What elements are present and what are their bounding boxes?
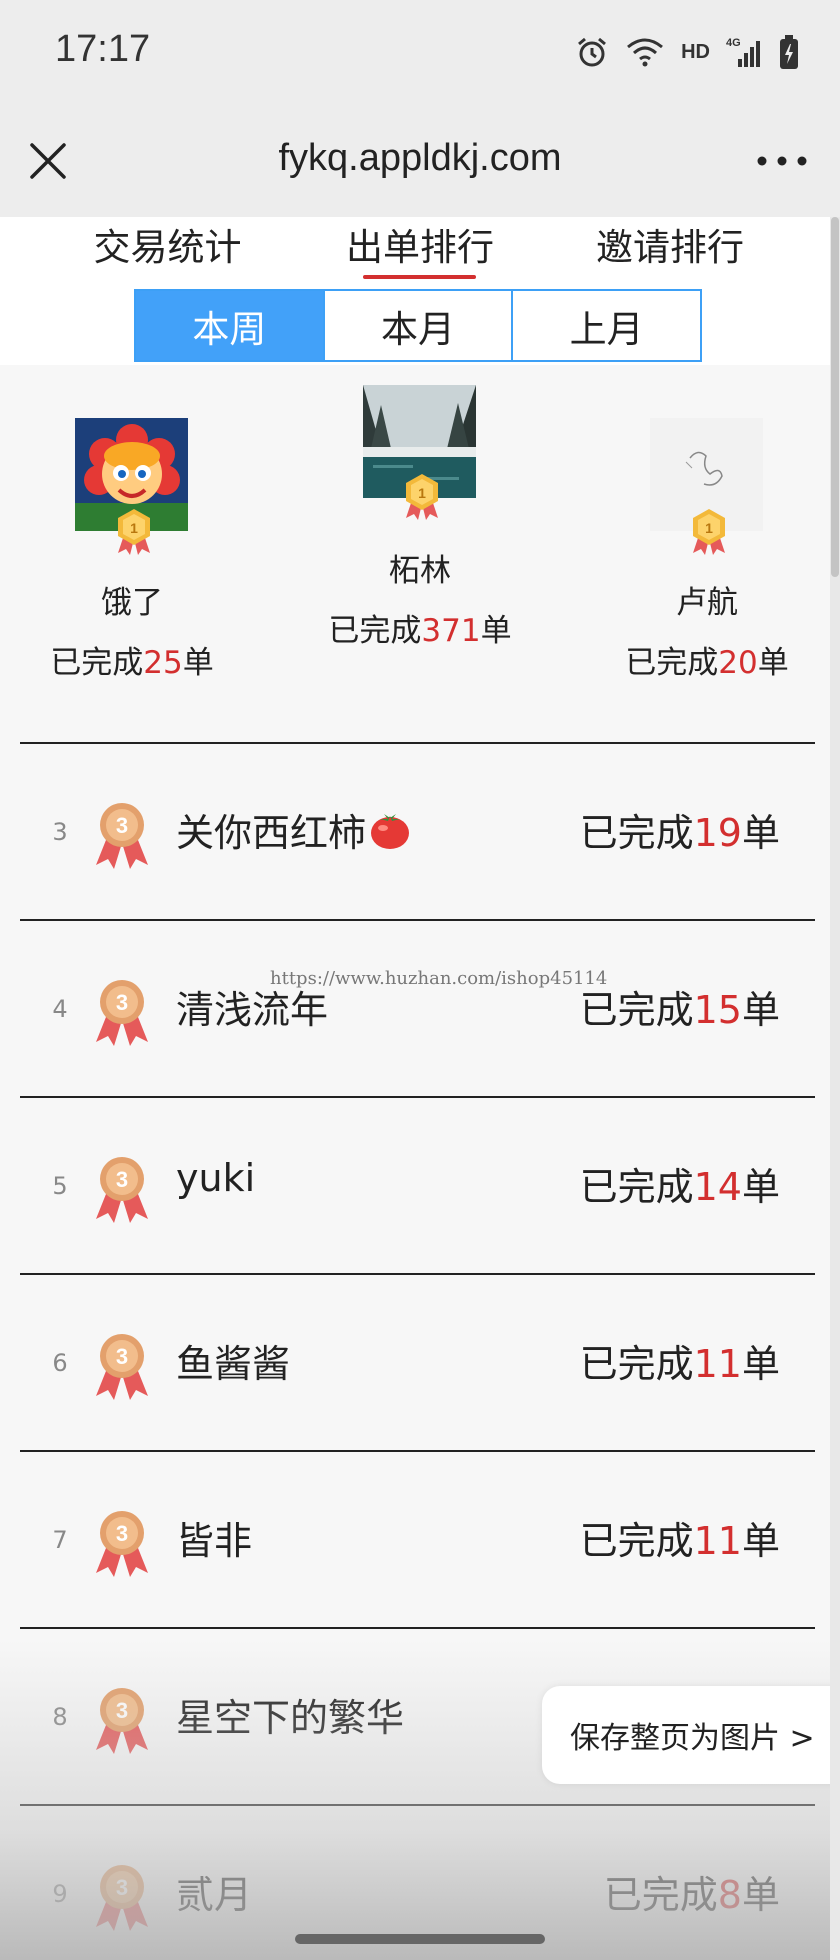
status-time: 17:17 [55, 28, 151, 70]
bronze-medal-icon: 3 [96, 1157, 148, 1223]
order-count: 已完成11单 [579, 1342, 780, 1386]
more-icon[interactable] [752, 147, 812, 175]
member-name: 贰月 [176, 1873, 253, 1917]
row-divider [20, 1627, 815, 1629]
signal-4g-icon: 4G [726, 37, 760, 67]
bronze-medal-icon: 3 [96, 1511, 148, 1577]
tab-area: 交易统计 出单排行 邀请排行 本周 本月 上月 [0, 217, 830, 365]
tab-trade-stats[interactable]: 交易统计 [85, 217, 250, 287]
member-name: 星空下的繁华 [176, 1696, 405, 1740]
bronze-medal-icon: 3 [96, 1688, 148, 1754]
member-name: yuki [176, 1156, 256, 1200]
podium-count: 已完成371单 [328, 613, 512, 649]
battery-icon [780, 35, 798, 69]
browser-title-bar: fykq.appldkj.com [0, 105, 840, 217]
watermark-text: https://www.huzhan.com/ishop45114 [270, 968, 608, 989]
svg-text:3: 3 [116, 1698, 128, 1723]
period-tab-this-month[interactable]: 本月 [324, 291, 514, 360]
rank-number: 5 [52, 1172, 68, 1200]
svg-text:1: 1 [705, 520, 713, 536]
svg-text:4G: 4G [726, 37, 741, 49]
period-tab-this-week[interactable]: 本周 [136, 291, 325, 360]
podium-name: 饿了 [101, 585, 163, 621]
ranking-row[interactable]: 6 3 鱼酱酱 已完成11单 [0, 1273, 830, 1450]
member-name: 皆非 [176, 1519, 253, 1563]
svg-text:3: 3 [116, 990, 128, 1015]
ranking-row[interactable]: 3 3 关你西红柿 已完成19单 [0, 742, 830, 919]
ranking-row[interactable]: 7 3 皆非 已完成11单 [0, 1450, 830, 1627]
page-url: fykq.appldkj.com [278, 137, 562, 179]
tab-invite-ranking[interactable]: 邀请排行 [585, 217, 755, 287]
podium-item-right[interactable]: 1 卢航 已完成20单 [587, 365, 827, 745]
gold-medal-icon: 1 [693, 509, 725, 555]
rank-number: 9 [52, 1880, 68, 1908]
row-divider [20, 1804, 815, 1806]
row-divider [20, 1450, 815, 1452]
svg-text:3: 3 [116, 1344, 128, 1369]
order-count: 已完成8单 [603, 1873, 780, 1917]
member-name: 关你西红柿 [176, 802, 412, 857]
order-count: 已完成14单 [579, 1165, 780, 1209]
row-divider [20, 1096, 815, 1098]
active-tab-underline [363, 275, 476, 279]
rank-number: 6 [52, 1349, 68, 1377]
save-page-as-image-button[interactable]: 保存整页为图片 > [542, 1686, 840, 1784]
order-count: 已完成15单 [579, 988, 780, 1032]
rank-number: 4 [52, 995, 68, 1023]
hd-label: HD [681, 40, 710, 63]
row-divider [20, 919, 815, 921]
period-tab-last-month[interactable]: 上月 [513, 291, 701, 360]
status-bar: 17:17 HD 4G [0, 0, 840, 105]
rank-number: 7 [52, 1526, 68, 1554]
member-name: 鱼酱酱 [176, 1342, 291, 1386]
podium-item-left[interactable]: 1 饿了 已完成25单 [12, 365, 252, 745]
ranking-row[interactable]: 4 3 清浅流年 已完成15单 [0, 919, 830, 1096]
status-icons: HD 4G [575, 32, 800, 72]
podium: 1 饿了 已完成25单 1 柘林 已完成371单 1 卢航 已完成20单 [0, 365, 830, 745]
podium-count: 已完成25单 [50, 645, 214, 681]
wifi-icon [627, 38, 664, 67]
bronze-medal-icon: 3 [96, 980, 148, 1046]
podium-item-center[interactable]: 1 柘林 已完成371单 [300, 365, 540, 745]
order-count: 已完成19单 [579, 811, 780, 855]
svg-text:3: 3 [116, 1167, 128, 1192]
podium-count: 已完成20单 [625, 645, 789, 681]
ranking-row[interactable]: 5 3 yuki 已完成14单 [0, 1096, 830, 1273]
svg-text:3: 3 [116, 1875, 128, 1900]
main-tabs: 交易统计 出单排行 邀请排行 [0, 217, 830, 287]
home-indicator[interactable] [295, 1934, 545, 1944]
rank-number: 3 [52, 818, 68, 846]
rank-number: 8 [52, 1703, 68, 1731]
svg-text:1: 1 [418, 485, 426, 501]
svg-text:3: 3 [116, 813, 128, 838]
svg-text:1: 1 [130, 520, 138, 536]
bronze-medal-icon: 3 [96, 1865, 148, 1931]
svg-text:3: 3 [116, 1521, 128, 1546]
gold-medal-icon: 1 [406, 474, 438, 520]
bronze-medal-icon: 3 [96, 803, 148, 869]
order-count: 已完成11单 [579, 1519, 780, 1563]
gold-medal-icon: 1 [118, 509, 150, 555]
period-tabs: 本周 本月 上月 [134, 289, 702, 362]
row-divider [20, 742, 815, 744]
row-divider [20, 1273, 815, 1275]
scrollbar-thumb[interactable] [831, 217, 839, 577]
bronze-medal-icon: 3 [96, 1334, 148, 1400]
tomato-icon [371, 813, 410, 849]
podium-name: 卢航 [676, 585, 738, 621]
alarm-icon [578, 37, 607, 67]
podium-name: 柘林 [389, 553, 451, 589]
